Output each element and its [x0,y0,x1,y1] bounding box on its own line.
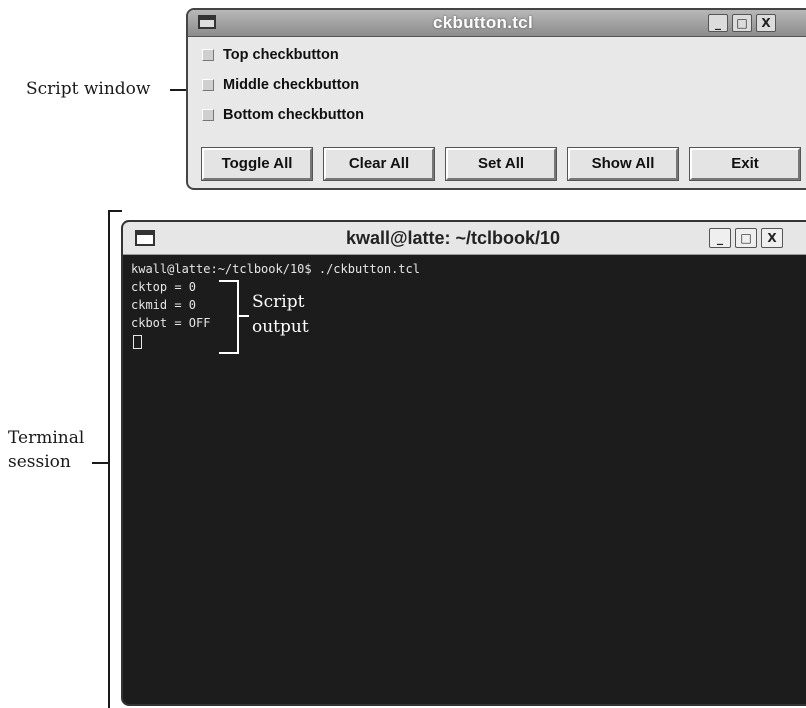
maximize-icon[interactable]: □ [735,228,757,248]
set-all-button[interactable]: Set All [445,147,557,181]
terminal-bracket-top [108,210,122,212]
annotation-terminal-pointer [92,462,108,464]
window-menu-icon[interactable] [198,15,216,29]
annotation-script-output-line2: output [252,317,309,337]
show-all-button[interactable]: Show All [567,147,679,181]
annotation-terminal-line1: Terminal [8,428,85,448]
checkbutton-top[interactable]: Top checkbutton [202,44,339,66]
output-bracket-bottom [219,352,239,354]
annotation-script-output-line1: Script [252,292,305,312]
script-window-titlebar[interactable]: ckbutton.tcl _ □ X [188,10,806,37]
output-bracket-pointer [239,315,249,317]
terminal-prompt-line: kwall@latte:~/tclbook/10$ ./ckbutton.tcl [131,262,420,276]
terminal-output-line: ckmid = 0 [131,298,197,312]
minimize-icon[interactable]: _ [709,228,731,248]
checkbutton-label: Middle checkbutton [223,77,360,93]
checkbutton-middle[interactable]: Middle checkbutton [202,74,359,96]
checkbox-indicator[interactable] [202,49,214,61]
terminal-bracket-vertical [108,210,110,708]
checkbutton-bottom[interactable]: Bottom checkbutton [202,104,364,126]
output-bracket-top [219,280,239,282]
output-bracket-vertical [237,280,239,354]
clear-all-button[interactable]: Clear All [323,147,435,181]
window-menu-icon[interactable] [135,230,155,246]
annotation-script-window: Script window [26,79,151,99]
exit-button[interactable]: Exit [689,147,801,181]
terminal-cursor [133,335,142,349]
terminal-title: kwall@latte: ~/tclbook/10 [345,228,561,248]
checkbutton-label: Bottom checkbutton [223,107,364,123]
checkbutton-label: Top checkbutton [223,47,339,63]
close-icon[interactable]: X [756,14,776,32]
terminal-titlebar[interactable]: kwall@latte: ~/tclbook/10 _ □ X [123,222,806,255]
annotation-terminal-line2: session [8,452,71,472]
checkbox-indicator[interactable] [202,79,214,91]
script-window: ckbutton.tcl _ □ X Top checkbutton Middl… [186,8,806,190]
checkbox-indicator[interactable] [202,109,214,121]
close-icon[interactable]: X [761,228,783,248]
terminal-window: kwall@latte: ~/tclbook/10 _ □ X kwall@la… [121,220,806,706]
toggle-all-button[interactable]: Toggle All [201,147,313,181]
script-window-title: ckbutton.tcl [433,13,533,32]
terminal-output-line: cktop = 0 [131,280,197,294]
annotation-script-window-pointer [170,89,186,91]
maximize-icon[interactable]: □ [732,14,752,32]
minimize-icon[interactable]: _ [708,14,728,32]
terminal-output-line: ckbot = OFF [131,316,211,330]
